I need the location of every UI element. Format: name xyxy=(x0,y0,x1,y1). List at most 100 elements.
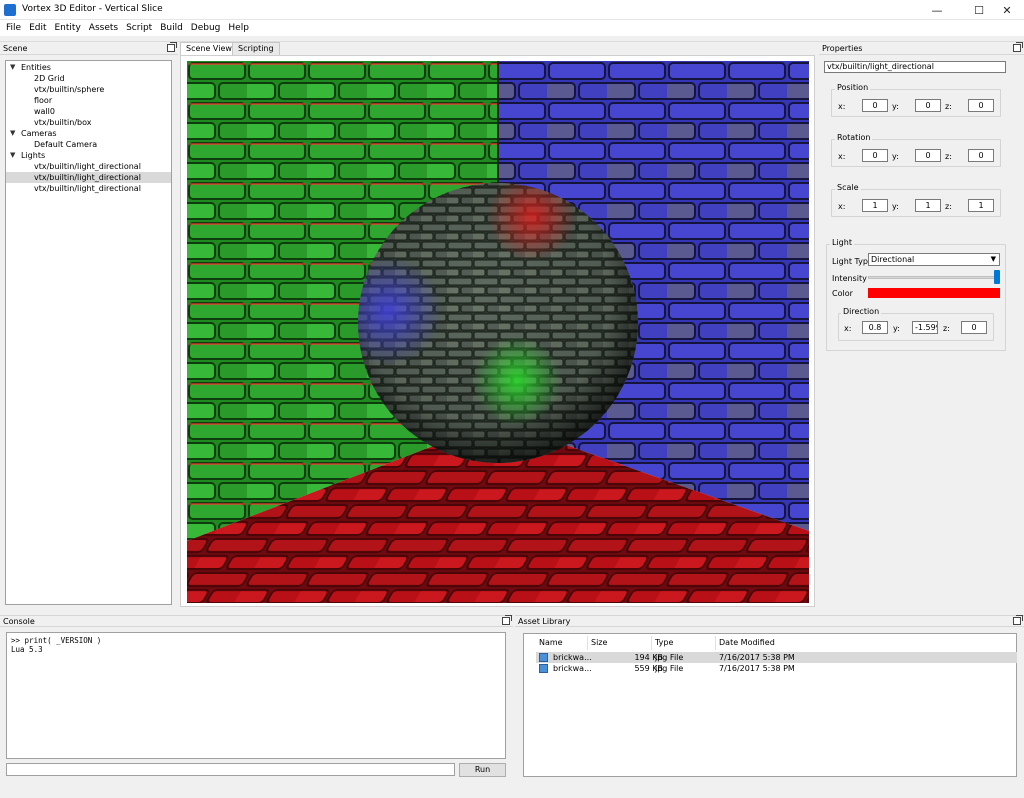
tree-group[interactable]: ▼ Entities xyxy=(6,62,171,73)
menu-debug[interactable]: Debug xyxy=(187,23,225,33)
column-header-date[interactable]: Date Modified xyxy=(716,636,836,650)
scene-viewport[interactable] xyxy=(187,61,809,603)
console-line: >> print( _VERSION ) xyxy=(11,636,102,645)
column-header-size[interactable]: Size xyxy=(588,636,652,650)
rotation-group-title: Rotation xyxy=(835,133,873,142)
menu-help[interactable]: Help xyxy=(224,23,253,33)
center-tab-bar: Scene View Scripting xyxy=(180,42,815,55)
color-label: Color xyxy=(832,289,853,298)
tree-item[interactable]: 2D Grid xyxy=(6,73,171,84)
asset-name: brickwa... xyxy=(553,653,592,662)
tree-item[interactable]: vtx/builtin/sphere xyxy=(6,84,171,95)
direction-x-field[interactable]: 0.8 xyxy=(862,321,888,334)
light-color-swatch[interactable] xyxy=(868,288,1000,298)
console-line: Lua 5.3 xyxy=(11,645,43,654)
tree-item[interactable]: Default Camera xyxy=(6,139,171,150)
jpg-file-icon xyxy=(539,653,548,662)
tree-expanded-icon[interactable]: ▼ xyxy=(10,128,15,139)
window-title: Vortex 3D Editor - Vertical Slice xyxy=(22,4,163,14)
asset-date: 7/16/2017 5:38 PM xyxy=(719,653,795,662)
tree-expanded-icon[interactable]: ▼ xyxy=(10,62,15,73)
entity-name-field[interactable]: vtx/builtin/light_directional xyxy=(824,61,1006,73)
console-dock-title: Console xyxy=(3,617,35,626)
tree-item-label: vtx/builtin/light_directional xyxy=(34,162,141,171)
scale-z-label: z: xyxy=(945,202,952,211)
viewport-render xyxy=(187,61,809,603)
tree-item[interactable]: vtx/builtin/light_directional xyxy=(6,172,171,183)
position-y-label: y: xyxy=(892,102,899,111)
position-x-label: x: xyxy=(838,102,846,111)
tree-expanded-icon[interactable]: ▼ xyxy=(10,150,15,161)
asset-type: jpg File xyxy=(655,664,684,673)
menu-edit[interactable]: Edit xyxy=(25,23,50,33)
scale-group-title: Scale xyxy=(835,183,861,192)
direction-z-field[interactable]: 0 xyxy=(961,321,987,334)
dock-float-icon[interactable] xyxy=(1013,615,1023,625)
asset-row[interactable]: brickwa... 194 KB jpg File 7/16/2017 5:3… xyxy=(536,652,1017,663)
dock-float-icon[interactable] xyxy=(1013,42,1023,52)
intensity-slider-track[interactable] xyxy=(868,276,1000,279)
rotation-z-field[interactable]: 0 xyxy=(968,149,994,162)
tree-item-label: Default Camera xyxy=(34,140,98,149)
tree-item-label: vtx/builtin/light_directional xyxy=(34,173,141,182)
position-group-title: Position xyxy=(835,83,871,92)
properties-dock-header: Properties xyxy=(819,42,1024,55)
tree-group[interactable]: ▼ Cameras xyxy=(6,128,171,139)
intensity-slider-thumb[interactable] xyxy=(994,270,1000,284)
position-z-label: z: xyxy=(945,102,952,111)
rotation-x-field[interactable]: 0 xyxy=(862,149,888,162)
asset-row[interactable]: brickwa... 559 KB jpg File 7/16/2017 5:3… xyxy=(536,663,1017,674)
close-button[interactable]: ✕ xyxy=(990,0,1024,20)
asset-type: jpg File xyxy=(655,653,684,662)
menu-assets[interactable]: Assets xyxy=(85,23,122,33)
run-button[interactable]: Run xyxy=(459,763,506,777)
tree-item-label: wall0 xyxy=(34,107,55,116)
intensity-label: Intensity xyxy=(832,274,867,283)
tree-item[interactable]: wall0 xyxy=(6,106,171,117)
menu-entity[interactable]: Entity xyxy=(51,23,85,33)
tree-item[interactable]: vtx/builtin/light_directional xyxy=(6,183,171,194)
scene-dock-header: Scene xyxy=(0,42,178,55)
direction-x-label: x: xyxy=(844,324,852,333)
position-x-field[interactable]: 0 xyxy=(862,99,888,112)
jpg-file-icon xyxy=(539,664,548,673)
tree-item-label: Lights xyxy=(21,151,46,160)
tree-item[interactable]: floor xyxy=(6,95,171,106)
minimize-button[interactable]: — xyxy=(920,0,954,20)
column-header-type[interactable]: Type xyxy=(652,636,716,650)
light-type-select[interactable]: Directional ▼ xyxy=(868,253,1000,266)
scale-x-field[interactable]: 1 xyxy=(862,199,888,212)
console-input[interactable] xyxy=(6,763,455,776)
rotation-x-label: x: xyxy=(838,152,846,161)
scale-z-field[interactable]: 1 xyxy=(968,199,994,212)
tree-item[interactable]: vtx/builtin/box xyxy=(6,117,171,128)
column-header-name[interactable]: Name xyxy=(536,636,588,650)
tab-scripting[interactable]: Scripting xyxy=(232,42,280,55)
tree-item-label: vtx/builtin/light_directional xyxy=(34,184,141,193)
direction-group-title: Direction xyxy=(841,307,882,316)
dock-float-icon[interactable] xyxy=(167,42,177,52)
light-type-value: Directional xyxy=(871,255,915,264)
tree-item-label: Entities xyxy=(21,63,51,72)
position-y-field[interactable]: 0 xyxy=(915,99,941,112)
menu-script[interactable]: Script xyxy=(122,23,156,33)
light-group-title: Light xyxy=(830,238,854,247)
tree-group[interactable]: ▼ Lights xyxy=(6,150,171,161)
menu-file[interactable]: File xyxy=(2,23,25,33)
position-z-field[interactable]: 0 xyxy=(968,99,994,112)
tree-item-label: vtx/builtin/box xyxy=(34,118,92,127)
properties-dock-title: Properties xyxy=(822,44,863,53)
vortex-app-icon xyxy=(4,4,16,16)
rotation-y-field[interactable]: 0 xyxy=(915,149,941,162)
console-dock-header: Console xyxy=(0,615,513,627)
direction-y-field[interactable]: -1.5999 xyxy=(912,321,938,334)
tab-scene-view[interactable]: Scene View xyxy=(180,42,238,55)
asset-list[interactable]: Name Size Type Date Modified brickwa... … xyxy=(523,633,1017,777)
tree-item[interactable]: vtx/builtin/light_directional xyxy=(6,161,171,172)
console-output[interactable]: >> print( _VERSION ) Lua 5.3 xyxy=(6,632,506,759)
scene-tree[interactable]: ▼ Entities 2D Grid vtx/builtin/sphere floor w… xyxy=(5,60,172,605)
scale-y-field[interactable]: 1 xyxy=(915,199,941,212)
dock-float-icon[interactable] xyxy=(502,615,512,625)
rotation-z-label: z: xyxy=(945,152,952,161)
menu-build[interactable]: Build xyxy=(156,23,187,33)
